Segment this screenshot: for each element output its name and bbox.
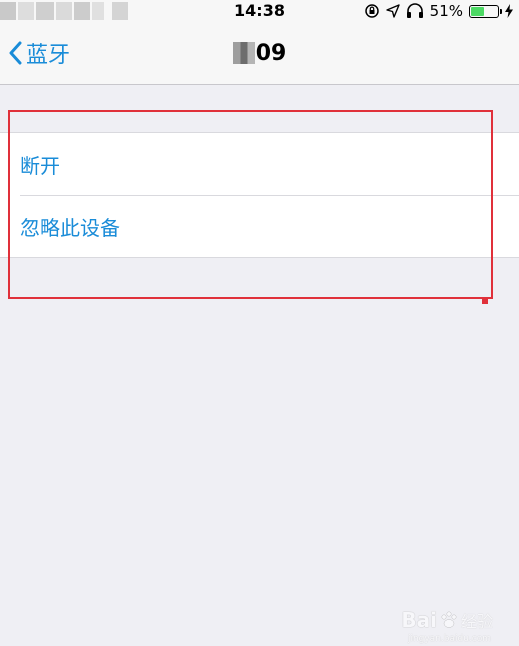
battery-percent: 51% (429, 2, 463, 20)
disconnect-label: 断开 (20, 153, 60, 178)
watermark-logo: Bai (401, 608, 437, 632)
battery-level-fill (471, 6, 484, 16)
status-icons: 51% (364, 2, 513, 20)
watermark-url: jingyan.baidu.com (407, 634, 491, 644)
status-bar: 14:38 51% (0, 0, 519, 24)
battery-icon (469, 4, 502, 18)
forget-device-label: 忽略此设备 (20, 215, 120, 240)
charging-bolt-icon (505, 4, 513, 18)
device-actions-list: 断开 忽略此设备 (0, 132, 519, 258)
page-title-text: 09 (255, 40, 287, 66)
orientation-lock-icon (364, 4, 379, 18)
paw-icon (441, 611, 457, 628)
baidu-jingyan-watermark: Bai 经验 (401, 608, 493, 632)
page-title: 09 (0, 38, 519, 68)
highlight-annotation-handle (482, 298, 488, 304)
navigation-bar: 蓝牙 09 (0, 24, 519, 85)
headphones-icon (406, 3, 423, 18)
disconnect-button[interactable]: 断开 (0, 133, 519, 195)
forget-device-button[interactable]: 忽略此设备 (0, 195, 519, 257)
watermark-subtitle: 经验 (460, 612, 493, 631)
location-icon (385, 4, 400, 18)
title-blurred-part (232, 42, 255, 64)
